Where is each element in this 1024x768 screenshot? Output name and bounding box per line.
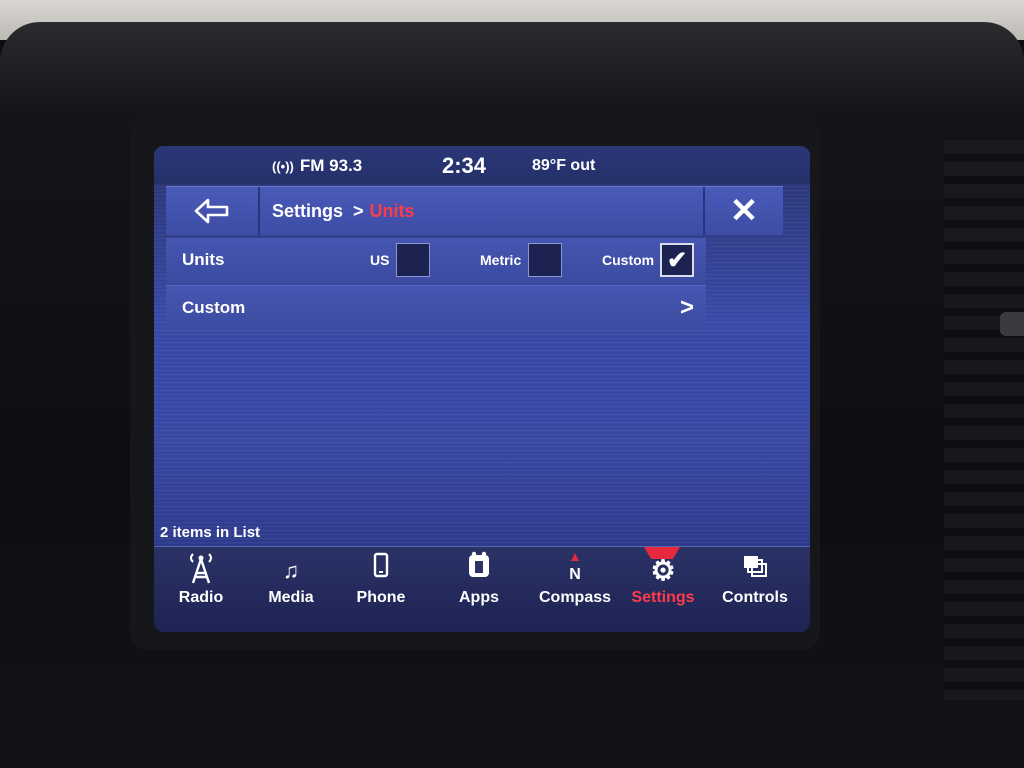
nav-controls[interactable]: Controls xyxy=(710,547,800,627)
outside-temperature: 89°F out xyxy=(532,157,596,174)
radio-station: FM 93.3 xyxy=(299,156,363,175)
bottom-nav-bar: Radio ♫ Media Phone Apps N Compass ⚙ Set xyxy=(154,546,810,632)
custom-option-label: Custom xyxy=(602,252,655,268)
infotainment-screen: ((•)) FM 93.3 2:34 89°F out Settings > Unit… xyxy=(154,146,810,632)
apps-icon xyxy=(434,551,524,591)
metric-option-label: Metric xyxy=(480,252,522,268)
checkmark-icon: ✔ xyxy=(666,246,688,274)
units-label: Units xyxy=(182,250,225,269)
nav-media[interactable]: ♫ Media xyxy=(246,547,336,627)
us-checkbox[interactable] xyxy=(396,243,430,277)
status-bar: ((•)) FM 93.3 2:34 89°F out xyxy=(154,146,810,184)
nav-apps-label: Apps xyxy=(459,589,499,606)
close-button[interactable]: ✕ xyxy=(703,187,783,235)
music-note-icon: ♫ xyxy=(282,558,300,583)
custom-label: Custom xyxy=(182,298,246,317)
back-button[interactable] xyxy=(166,187,260,235)
metric-checkbox[interactable] xyxy=(528,243,562,277)
air-vent xyxy=(944,140,1024,700)
units-row: Units US Metric Custom ✔ xyxy=(166,238,706,282)
nav-controls-label: Controls xyxy=(722,589,788,606)
nav-apps[interactable]: Apps xyxy=(434,547,524,627)
controls-icon xyxy=(710,551,800,591)
us-option-label: US xyxy=(370,252,390,268)
breadcrumb-separator: > xyxy=(353,201,364,221)
custom-checkbox[interactable]: ✔ xyxy=(660,243,694,277)
gear-icon: ⚙ xyxy=(650,555,676,586)
radio-status[interactable]: ((•)) FM 93.3 xyxy=(272,156,362,176)
nav-compass[interactable]: N Compass xyxy=(530,547,620,627)
breadcrumb-settings[interactable]: Settings xyxy=(272,201,343,221)
close-icon: ✕ xyxy=(729,192,759,230)
nav-compass-label: Compass xyxy=(538,589,612,606)
phone-icon xyxy=(336,551,426,591)
title-bar: Settings > Units ✕ xyxy=(166,186,783,235)
vent-knob[interactable] xyxy=(1000,312,1024,336)
nav-radio-label: Radio xyxy=(178,589,224,606)
nav-settings[interactable]: ⚙ Settings xyxy=(618,547,708,627)
svg-text:N: N xyxy=(569,566,581,583)
nav-phone[interactable]: Phone xyxy=(336,547,426,627)
nav-settings-label: Settings xyxy=(631,589,695,606)
nav-phone-label: Phone xyxy=(356,589,406,606)
breadcrumb-current: Units xyxy=(369,201,415,221)
nav-radio[interactable]: Radio xyxy=(156,547,246,627)
clock: 2:34 xyxy=(442,153,487,178)
breadcrumb: Settings > Units xyxy=(272,201,415,222)
radio-tower-icon xyxy=(156,551,246,591)
custom-row[interactable]: Custom > xyxy=(166,285,706,330)
compass-icon: N xyxy=(530,551,620,591)
back-arrow-icon xyxy=(194,198,229,224)
list-item-count: 2 items in List xyxy=(160,524,261,541)
chevron-right-icon: > xyxy=(679,294,694,321)
nav-media-label: Media xyxy=(268,589,314,606)
antenna-signal-icon: ((•)) xyxy=(272,159,294,174)
